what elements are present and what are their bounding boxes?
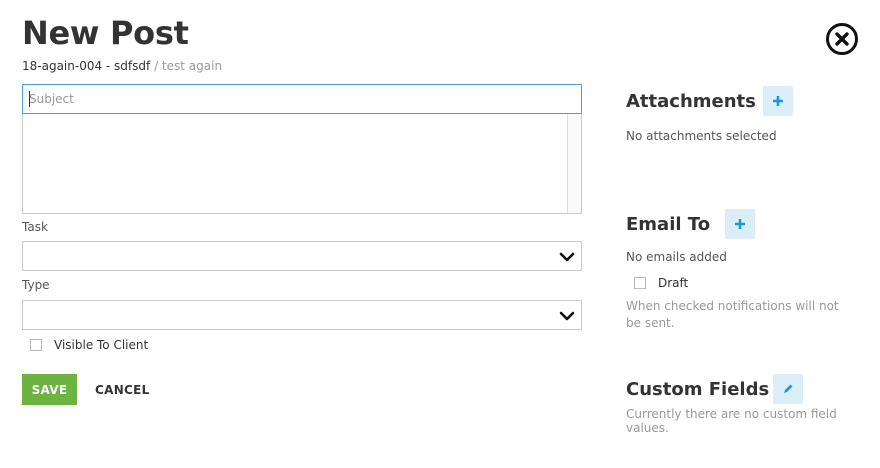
pencil-icon xyxy=(784,384,793,393)
page-title: New Post xyxy=(22,14,189,52)
breadcrumb-subproject[interactable]: test again xyxy=(162,59,222,73)
visible-to-client-checkbox[interactable] xyxy=(30,339,42,351)
type-select[interactable] xyxy=(22,300,582,330)
attachments-title: Attachments xyxy=(626,91,756,112)
plus-icon xyxy=(773,96,783,106)
cancel-button[interactable]: CANCEL xyxy=(95,374,150,405)
edit-custom-fields-button[interactable] xyxy=(773,374,803,404)
custom-fields-empty-text: Currently there are no custom field valu… xyxy=(626,407,837,435)
subject-input[interactable] xyxy=(22,84,582,114)
visible-to-client-row[interactable]: Visible To Client xyxy=(30,338,148,352)
task-select[interactable] xyxy=(22,241,582,271)
draft-row[interactable]: Draft xyxy=(634,276,688,290)
body-scrollbar[interactable] xyxy=(567,114,581,213)
save-button[interactable]: SAVE xyxy=(22,374,77,405)
email-to-title: Email To xyxy=(626,214,711,235)
attachments-empty-text: No attachments selected xyxy=(626,129,777,143)
custom-fields-title: Custom Fields xyxy=(626,379,770,400)
chevron-down-icon xyxy=(559,252,575,262)
chevron-down-icon xyxy=(559,311,575,321)
visible-to-client-label: Visible To Client xyxy=(54,338,149,352)
close-button[interactable] xyxy=(826,23,858,55)
draft-note: When checked notifications will not be s… xyxy=(626,299,839,330)
emails-empty-text: No emails added xyxy=(626,250,727,264)
type-label: Type xyxy=(22,278,50,292)
close-icon xyxy=(835,32,849,46)
breadcrumb: 18-again-004 - sdfsdf / test again xyxy=(22,59,222,73)
text-caret xyxy=(29,91,30,107)
breadcrumb-separator: / xyxy=(150,59,162,73)
plus-icon xyxy=(735,219,745,229)
add-email-button[interactable] xyxy=(725,209,755,239)
draft-checkbox[interactable] xyxy=(634,277,646,289)
add-attachment-button[interactable] xyxy=(763,86,793,116)
post-body-textarea[interactable] xyxy=(22,114,582,214)
breadcrumb-project[interactable]: 18-again-004 - sdfsdf xyxy=(22,59,150,73)
draft-label: Draft xyxy=(658,276,689,290)
task-label: Task xyxy=(22,220,48,234)
